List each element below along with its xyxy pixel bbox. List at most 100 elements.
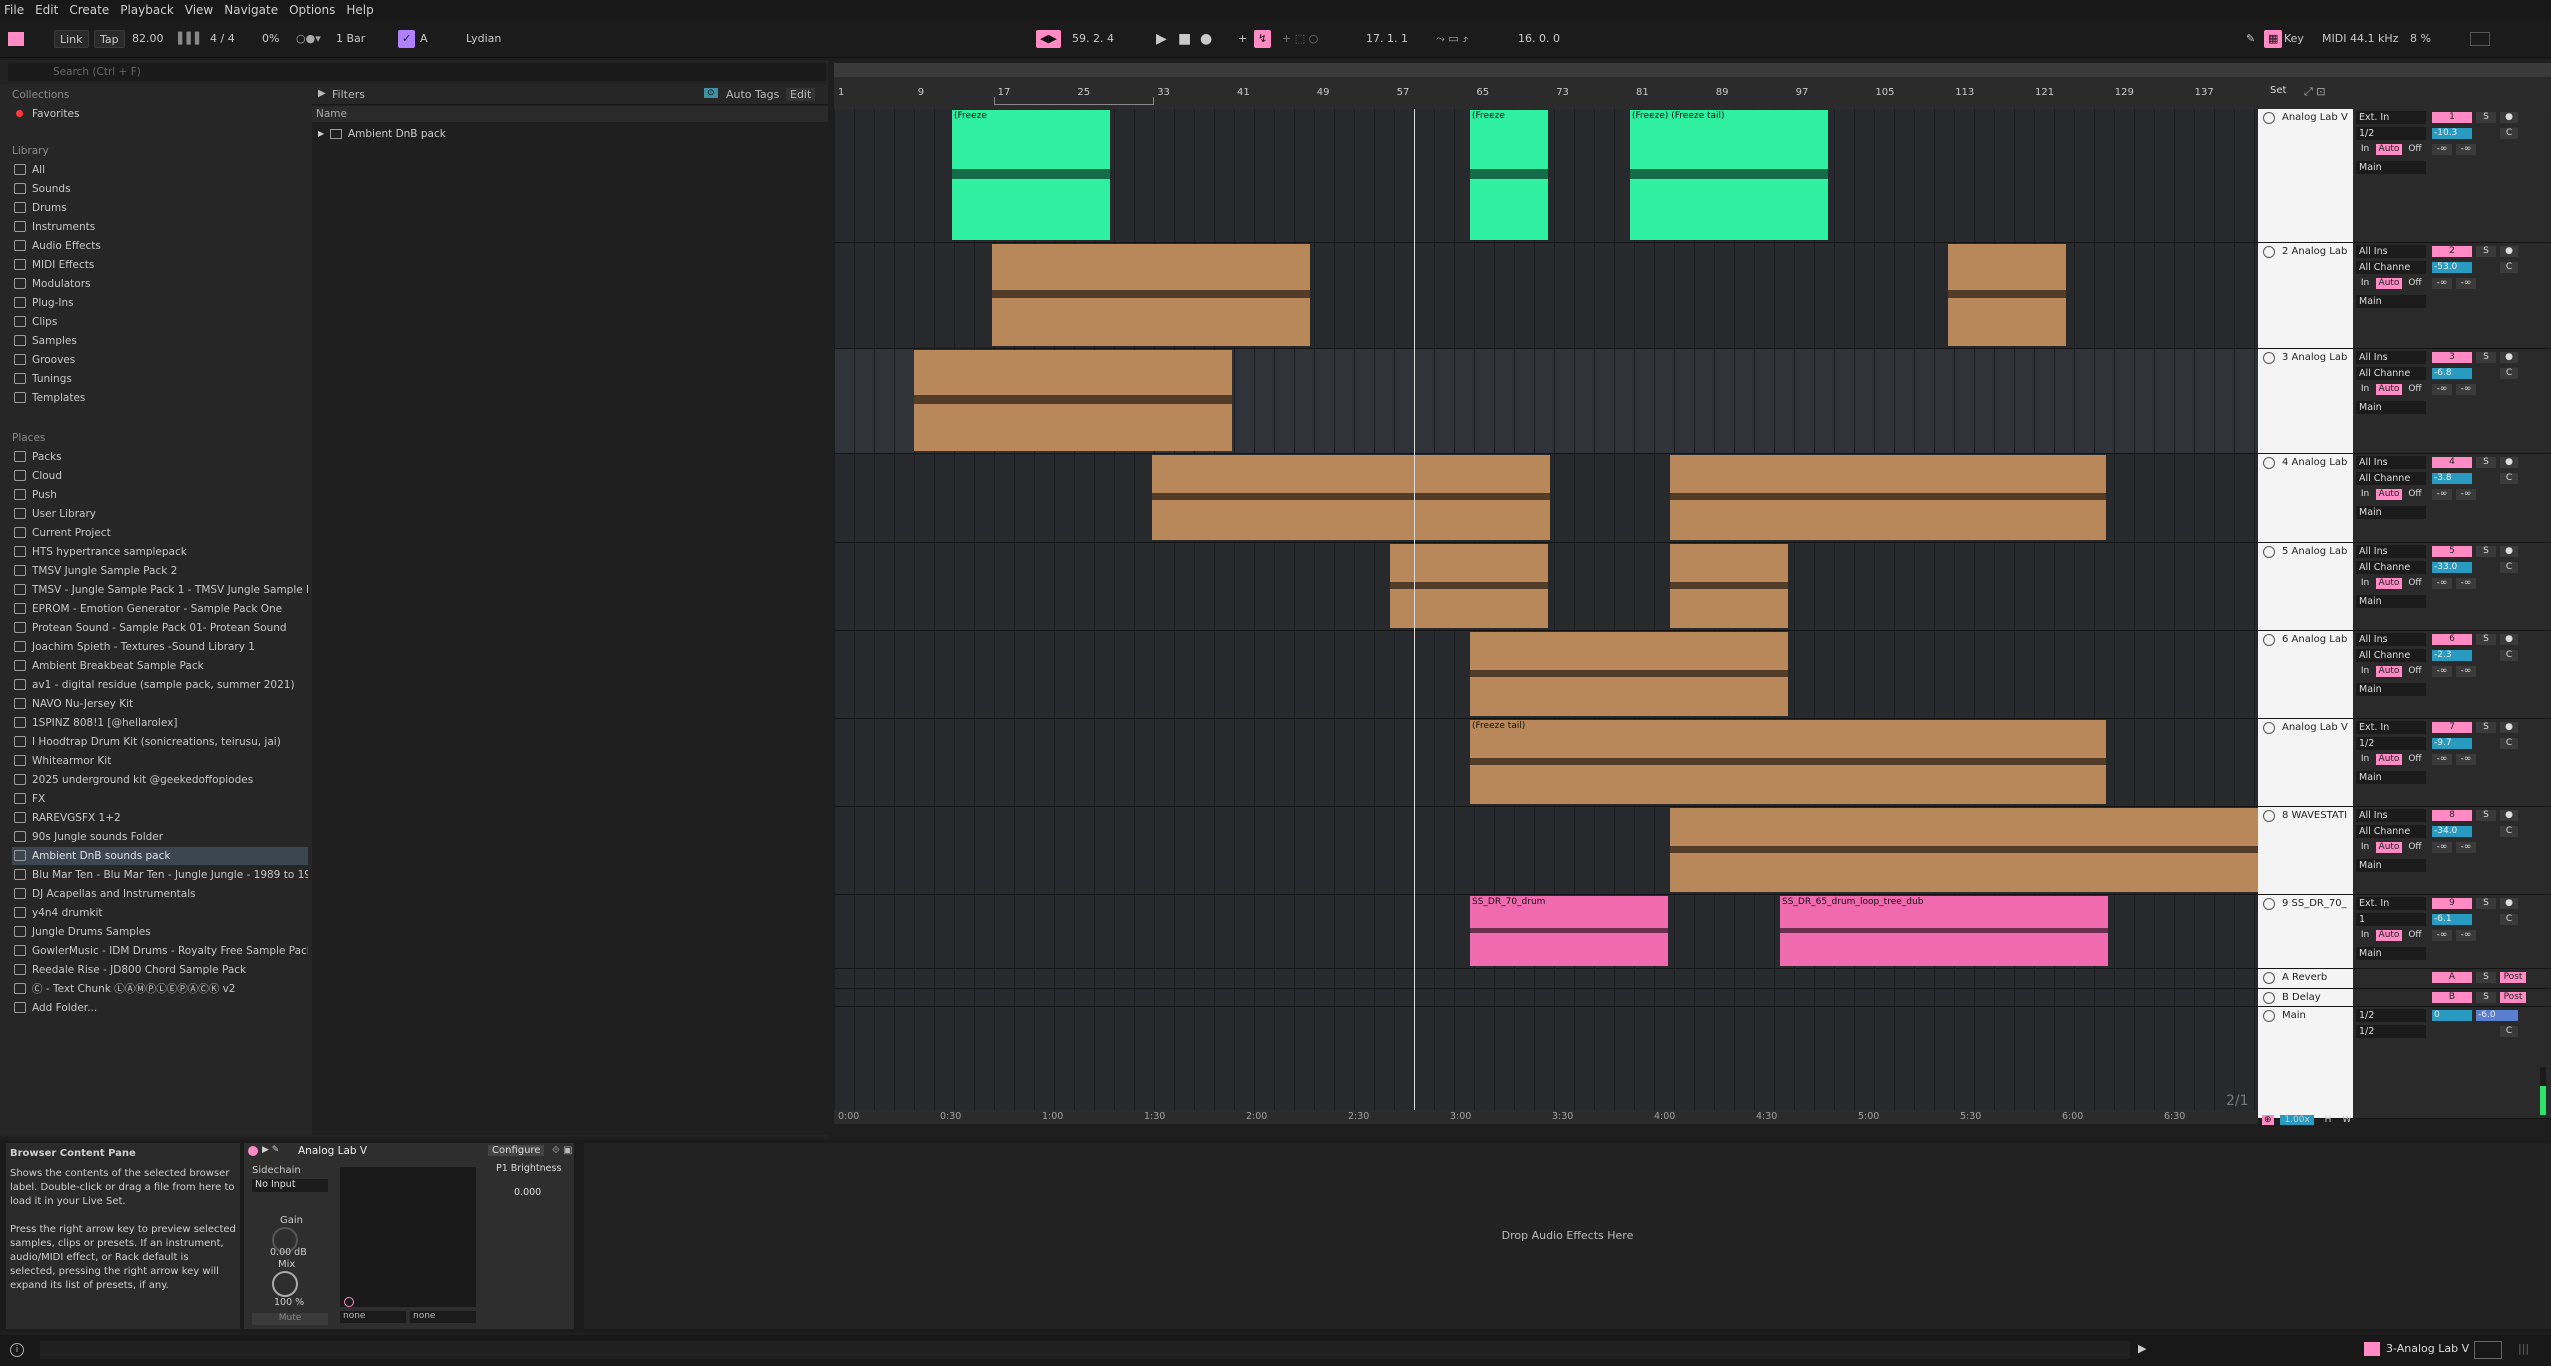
arm-icon[interactable]: ● — [2500, 352, 2518, 363]
track-name[interactable]: Analog Lab V — [2258, 719, 2353, 806]
pan-button[interactable]: C — [2500, 826, 2518, 837]
time-ruler[interactable]: 0:00 0:30 1:00 1:30 2:00 2:30 3:00 3:30 4:00 4:30… — [834, 1110, 2258, 1124]
monitor-off[interactable]: Off — [2404, 842, 2426, 853]
monitor-auto[interactable]: Auto — [2376, 754, 2402, 765]
send-a[interactable]: -∞ — [2432, 384, 2452, 395]
play-button[interactable]: ▶ — [1156, 30, 1167, 48]
send-b[interactable]: -∞ — [2456, 842, 2476, 853]
key-select[interactable]: A — [420, 30, 428, 48]
fold-icon[interactable] — [2263, 634, 2275, 646]
fold-icon[interactable] — [2263, 112, 2275, 124]
overview-strip[interactable] — [834, 63, 2551, 77]
song-position[interactable]: 59. 2. 4 — [1072, 30, 1114, 48]
output-select[interactable]: Main — [2356, 295, 2426, 308]
track-activator[interactable]: 3 — [2432, 352, 2472, 363]
capture-icon[interactable]: + ⬚ ○ — [1282, 30, 1318, 48]
track-activator[interactable]: 5 — [2432, 546, 2472, 557]
pan-button[interactable]: C — [2500, 262, 2518, 273]
track-activator[interactable]: 7 — [2432, 722, 2472, 733]
expand-icon[interactable]: ⤢ ⊡ — [2304, 85, 2326, 99]
track-name[interactable]: Analog Lab V — [2258, 109, 2353, 242]
post-button[interactable]: Post — [2500, 992, 2526, 1003]
volume-value[interactable]: -3.8 — [2432, 473, 2472, 484]
track-header[interactable]: 4 Analog Lab All Ins All Channe 4 S ● -3.8 C In A… — [2258, 454, 2551, 543]
place-item[interactable]: Ⓒ - Text Chunk ⓁⒶⓂⓅⓁⒺⓅⒶⒸⓀ v2 — [12, 980, 308, 998]
track-header[interactable]: 3 Analog Lab All Ins All Channe 3 S ● -6.8 C In A… — [2258, 349, 2551, 454]
midi-to-select[interactable]: none — [410, 1311, 476, 1323]
sidebar-item-plug-ins[interactable]: Plug-Ins — [12, 294, 308, 312]
mix-value[interactable]: 100 % — [274, 1297, 304, 1308]
solo-button[interactable]: S — [2476, 972, 2496, 983]
clip[interactable]: SS_DR_65_drum_loop_tree_dub — [1780, 896, 2108, 966]
track-name[interactable]: Main — [2258, 1007, 2353, 1118]
volume-value[interactable]: -6.8 — [2432, 368, 2472, 379]
input-type-select[interactable]: All Ins — [2356, 351, 2426, 364]
place-item[interactable]: y4n4 drumkit — [12, 904, 308, 922]
monitor-auto[interactable]: Auto — [2376, 384, 2402, 395]
track-name[interactable]: 5 Analog Lab — [2258, 543, 2353, 630]
arm-icon[interactable]: ● — [2500, 246, 2518, 257]
place-item[interactable]: Current Project — [12, 524, 308, 542]
input-channel-select[interactable]: 1/2 — [2356, 737, 2426, 750]
clip[interactable] — [914, 350, 1232, 451]
input-channel-select[interactable]: All Channe — [2356, 649, 2426, 662]
place-item[interactable]: DJ Acapellas and Instrumentals — [12, 885, 308, 903]
pencil-icon[interactable]: ✎ — [2246, 30, 2255, 48]
arm-icon[interactable]: ● — [2500, 898, 2518, 909]
monitor-in[interactable]: In — [2356, 578, 2374, 589]
name-column-header[interactable]: Name — [312, 106, 828, 122]
place-item[interactable]: GowlerMusic - IDM Drums - Royalty Free S… — [12, 942, 308, 960]
volume-value[interactable]: -9.7 — [2432, 738, 2472, 749]
place-item[interactable]: Push — [12, 486, 308, 504]
fold-icon[interactable] — [2263, 972, 2275, 984]
monitor-off[interactable]: Off — [2404, 754, 2426, 765]
monitor-in[interactable]: In — [2356, 144, 2374, 155]
h-button[interactable]: H — [2325, 1115, 2332, 1125]
volume-value[interactable]: -2.3 — [2432, 650, 2472, 661]
sidechain-input-select[interactable]: No Input — [252, 1179, 328, 1192]
place-item[interactable]: 1SPINZ 808!1 [@hellarolex] — [12, 714, 308, 732]
return-activator[interactable]: A — [2432, 972, 2472, 983]
input-type-select[interactable]: All Ins — [2356, 633, 2426, 646]
input-type-select[interactable]: All Ins — [2356, 809, 2426, 822]
output-select[interactable]: Main — [2356, 859, 2426, 872]
solo-button[interactable]: S — [2476, 810, 2496, 821]
place-item[interactable]: Jungle Drums Samples — [12, 923, 308, 941]
place-item[interactable]: Ambient DnB sounds pack — [12, 847, 308, 865]
monitor-in[interactable]: In — [2356, 384, 2374, 395]
clip[interactable] — [1470, 632, 1788, 716]
input-channel-select[interactable]: 1 — [2356, 913, 2426, 926]
cue-volume[interactable]: -6.0 — [2476, 1010, 2518, 1021]
clip[interactable] — [1948, 244, 2066, 346]
track-activator[interactable]: 9 — [2432, 898, 2472, 909]
arrangement-tracks[interactable]: (Freeze (Freeze (Freeze) (Freeze tail) (Fre… — [834, 109, 2258, 1123]
device-menu-icons[interactable]: ⟐ ▣ — [552, 1145, 573, 1156]
send-b[interactable]: -∞ — [2456, 384, 2476, 395]
track-activator[interactable]: 2 — [2432, 246, 2472, 257]
send-b[interactable]: -∞ — [2456, 666, 2476, 677]
monitor-auto[interactable]: Auto — [2376, 930, 2402, 941]
monitor-auto[interactable]: Auto — [2376, 666, 2402, 677]
main-volume[interactable]: 0 — [2432, 1010, 2472, 1021]
monitor-off[interactable]: Off — [2404, 930, 2426, 941]
configure-button[interactable]: Configure — [488, 1145, 545, 1156]
track-activator[interactable]: 1 — [2432, 112, 2472, 123]
volume-value[interactable]: -10.3 — [2432, 128, 2472, 139]
place-item[interactable]: 90s Jungle sounds Folder — [12, 828, 308, 846]
zoom-value[interactable]: 1.00x — [2280, 1115, 2314, 1125]
input-type-select[interactable]: Ext. In — [2356, 111, 2426, 124]
monitor-auto[interactable]: Auto — [2376, 278, 2402, 289]
sidebar-item-sounds[interactable]: Sounds — [12, 180, 308, 198]
place-item[interactable]: HTS hypertrance samplepack — [12, 543, 308, 561]
sidebar-item-tunings[interactable]: Tunings — [12, 370, 308, 388]
key-icon[interactable]: ✓ — [398, 30, 416, 48]
place-item[interactable]: 2025 underground kit @geekedoffopiodes — [12, 771, 308, 789]
output-select[interactable]: Main — [2356, 506, 2426, 519]
send-a[interactable]: -∞ — [2432, 578, 2452, 589]
fold-icon[interactable] — [2263, 546, 2275, 558]
place-item[interactable]: TMSV Jungle Sample Pack 2 — [12, 562, 308, 580]
fold-icon[interactable] — [2263, 722, 2275, 734]
set-button[interactable]: Set — [2270, 85, 2286, 96]
clip[interactable] — [1670, 808, 2258, 892]
menu-create[interactable]: Create — [69, 3, 109, 17]
